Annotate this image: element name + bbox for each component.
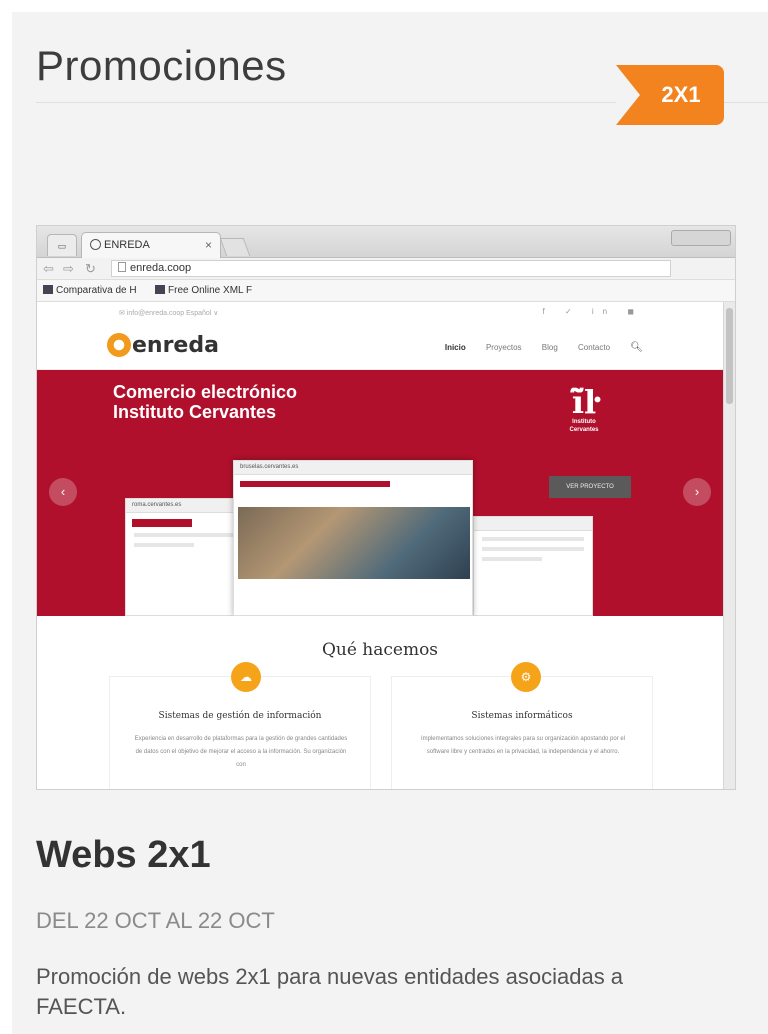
browser-tabbar: ▭ ENREDA × [37, 226, 735, 258]
site-nav: enreda Inicio Proyectos Blog Contacto 🔍︎ [37, 324, 723, 370]
bookmark-item: Comparativa de H [43, 285, 137, 296]
bookmark-icon [43, 285, 53, 294]
page-title: Promociones [36, 42, 287, 89]
bookmark-item: Free Online XML F [155, 285, 252, 296]
menu-item: Proyectos [485, 343, 522, 352]
gears-icon: ⚙ [511, 662, 541, 692]
back-icon: ⇦ [43, 261, 54, 276]
mock-site-center: bruselas.cervantes.es [233, 460, 473, 616]
cloud-icon: ☁ [231, 662, 261, 692]
ver-proyecto-button: VER PROYECTO [549, 476, 631, 498]
logo-mark-icon [107, 333, 131, 357]
page-icon [118, 262, 126, 272]
tab-title: ENREDA [104, 239, 150, 251]
globe-icon [90, 239, 101, 250]
url-text: enreda.coop [130, 262, 192, 274]
search-icon: 🔍︎ [630, 342, 643, 353]
next-arrow-icon: › [683, 478, 711, 506]
enreda-logo: enreda [107, 333, 219, 358]
menu-item: Inicio [444, 343, 466, 352]
pinned-tab: ▭ [47, 234, 77, 256]
site-email: ✉ info@enreda.coop Español ∨ [119, 310, 219, 317]
hero-title: Comercio electrónico Instituto Cervantes [113, 382, 298, 422]
promotions-panel: Promociones ▭ ENREDA × ⇦ ⇨ ↻ enreda.coop… [12, 12, 768, 1034]
scrollbar [723, 302, 735, 789]
service-card: Sistemas informáticos Implementamos solu… [391, 676, 653, 789]
site-topbar: ✉ info@enreda.coop Español ∨ f ✓ in ◼ [37, 302, 723, 324]
url-field: enreda.coop [111, 260, 671, 277]
social-icons: f ✓ in ◼ [542, 307, 643, 316]
site-hero: Comercio electrónico Instituto Cervantes… [37, 370, 723, 616]
prev-arrow-icon: ‹ [49, 478, 77, 506]
new-tab-icon [219, 238, 251, 256]
promo-image[interactable]: ▭ ENREDA × ⇦ ⇨ ↻ enreda.coop Comparativa… [36, 225, 736, 790]
reload-icon: ↻ [85, 261, 96, 276]
section-title: Qué hacemos [321, 640, 439, 660]
window-controls [671, 230, 731, 246]
mock-site-left: roma.cervantes.es [125, 498, 245, 616]
promo-description: Promoción de webs 2x1 para nuevas entida… [36, 964, 624, 1019]
browser-tab: ENREDA × [81, 232, 221, 258]
website-preview: ✉ info@enreda.coop Español ∨ f ✓ in ◼ en… [37, 302, 723, 789]
instituto-cervantes-logo: ĩ̃ŀ Instituto Cervantes [569, 383, 599, 433]
menu-item: Contacto [578, 343, 611, 352]
bookmarks-bar: Comparativa de H Free Online XML F [37, 280, 735, 302]
forward-icon: ⇨ [63, 261, 74, 276]
badge-notch [616, 65, 640, 125]
bookmark-icon [155, 285, 165, 294]
service-card: Sistemas de gestión de información Exper… [109, 676, 371, 789]
mock-site-right [473, 516, 593, 616]
browser-urlbar: ⇦ ⇨ ↻ enreda.coop [37, 258, 735, 280]
promo-title[interactable]: Webs 2x1 [36, 834, 211, 877]
site-menu: Inicio Proyectos Blog Contacto 🔍︎ [427, 342, 643, 353]
menu-item: Blog [541, 343, 558, 352]
promo-dates: DEL 22 OCT AL 22 OCT [36, 908, 275, 933]
close-icon: × [204, 238, 212, 252]
